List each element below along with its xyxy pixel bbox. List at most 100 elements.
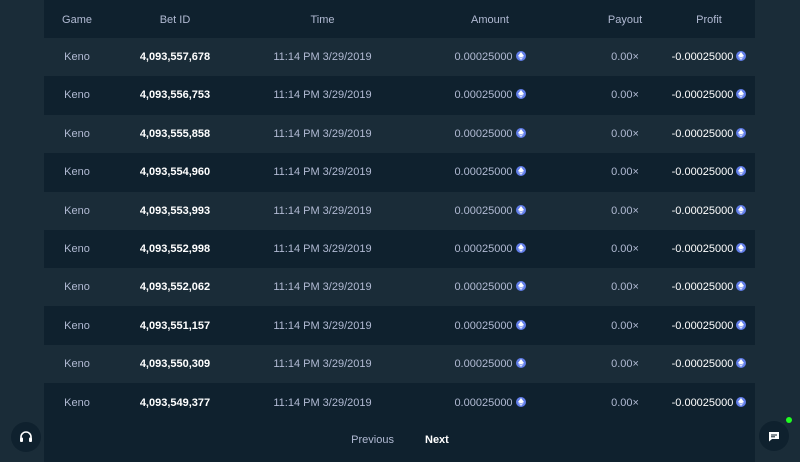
table-row[interactable]: Keno 4,093,553,993 11:14 PM 3/29/2019 0.… bbox=[44, 191, 755, 230]
amount-cell: 0.00025000 bbox=[405, 153, 575, 191]
eth-coin-icon bbox=[515, 89, 526, 100]
amount-value: 0.00025000 bbox=[454, 89, 513, 102]
time-cell: 11:14 PM 3/29/2019 bbox=[273, 89, 372, 102]
eth-coin-icon bbox=[736, 204, 747, 215]
eth-coin-icon bbox=[736, 396, 747, 407]
profit-cell: -0.00025000 bbox=[644, 192, 774, 230]
eth-coin-icon bbox=[736, 166, 747, 177]
eth-coin-icon bbox=[515, 319, 526, 330]
eth-coin-icon bbox=[736, 281, 747, 292]
bet-id-cell[interactable]: 4,093,554,960 bbox=[110, 153, 240, 191]
time-cell: 11:14 PM 3/29/2019 bbox=[273, 281, 372, 294]
profit-value: -0.00025000 bbox=[671, 358, 734, 371]
support-button[interactable] bbox=[11, 422, 41, 452]
profit-value: -0.00025000 bbox=[671, 319, 734, 332]
pagination: Previous Next bbox=[0, 427, 800, 453]
amount-value: 0.00025000 bbox=[454, 358, 513, 371]
bet-id-cell[interactable]: 4,093,552,062 bbox=[110, 268, 240, 306]
chat-button[interactable] bbox=[759, 421, 789, 451]
header-game: Game bbox=[62, 14, 92, 26]
amount-cell: 0.00025000 bbox=[405, 268, 575, 306]
bets-table: Game Bet ID Time Amount Payout Profit Ke… bbox=[44, 0, 755, 462]
time-cell: 11:14 PM 3/29/2019 bbox=[273, 358, 372, 371]
eth-coin-icon bbox=[515, 358, 526, 369]
game-cell: Keno bbox=[64, 396, 90, 409]
amount-cell: 0.00025000 bbox=[405, 384, 575, 422]
amount-value: 0.00025000 bbox=[454, 51, 513, 63]
time-cell: 11:14 PM 3/29/2019 bbox=[273, 319, 372, 332]
bet-id-cell[interactable]: 4,093,556,753 bbox=[110, 76, 240, 114]
profit-cell: -0.00025000 bbox=[644, 345, 774, 383]
eth-coin-icon bbox=[515, 243, 526, 253]
header-profit: Profit bbox=[696, 14, 722, 26]
header-bet-id: Bet ID bbox=[159, 14, 191, 26]
bet-id-cell[interactable]: 4,093,551,157 bbox=[110, 307, 240, 345]
online-status-dot bbox=[786, 417, 792, 423]
time-cell: 11:14 PM 3/29/2019 bbox=[273, 166, 372, 179]
amount-value: 0.00025000 bbox=[454, 396, 513, 409]
amount-value: 0.00025000 bbox=[454, 166, 513, 179]
eth-coin-icon bbox=[515, 127, 526, 138]
amount-cell: 0.00025000 bbox=[405, 230, 575, 268]
eth-coin-icon bbox=[736, 127, 747, 138]
profit-cell: -0.00025000 bbox=[644, 384, 774, 422]
eth-coin-icon bbox=[736, 51, 747, 61]
time-cell: 11:14 PM 3/29/2019 bbox=[273, 204, 372, 217]
table-row[interactable]: Keno 4,093,556,753 11:14 PM 3/29/2019 0.… bbox=[44, 76, 755, 114]
amount-value: 0.00025000 bbox=[454, 127, 513, 140]
bet-id-cell[interactable]: 4,093,552,998 bbox=[110, 230, 240, 268]
header-amount: Amount bbox=[471, 14, 509, 26]
amount-cell: 0.00025000 bbox=[405, 38, 575, 76]
table-row[interactable]: Keno 4,093,554,960 11:14 PM 3/29/2019 0.… bbox=[44, 153, 755, 191]
table-row[interactable]: Keno 4,093,552,998 11:14 PM 3/29/2019 0.… bbox=[44, 230, 755, 268]
profit-cell: -0.00025000 bbox=[644, 38, 774, 76]
amount-cell: 0.00025000 bbox=[405, 115, 575, 153]
game-cell: Keno bbox=[64, 281, 90, 294]
profit-cell: -0.00025000 bbox=[644, 115, 774, 153]
amount-cell: 0.00025000 bbox=[405, 307, 575, 345]
profit-value: -0.00025000 bbox=[671, 281, 734, 294]
table-row[interactable]: Keno 4,093,551,157 11:14 PM 3/29/2019 0.… bbox=[44, 307, 755, 345]
eth-coin-icon bbox=[736, 358, 747, 369]
table-header-row: Game Bet ID Time Amount Payout Profit bbox=[44, 0, 755, 38]
table-row[interactable]: Keno 4,093,549,377 11:14 PM 3/29/2019 0.… bbox=[44, 384, 755, 422]
bet-id-cell[interactable]: 4,093,557,678 bbox=[110, 38, 240, 76]
bet-id-cell[interactable]: 4,093,550,309 bbox=[110, 345, 240, 383]
eth-coin-icon bbox=[515, 51, 526, 61]
profit-value: -0.00025000 bbox=[671, 51, 734, 63]
amount-cell: 0.00025000 bbox=[405, 76, 575, 114]
amount-cell: 0.00025000 bbox=[405, 192, 575, 230]
profit-value: -0.00025000 bbox=[671, 243, 734, 255]
game-cell: Keno bbox=[64, 319, 90, 332]
game-cell: Keno bbox=[64, 166, 90, 179]
eth-coin-icon bbox=[515, 281, 526, 292]
game-cell: Keno bbox=[64, 358, 90, 371]
amount-value: 0.00025000 bbox=[454, 204, 513, 217]
table-row[interactable]: Keno 4,093,552,062 11:14 PM 3/29/2019 0.… bbox=[44, 268, 755, 307]
game-cell: Keno bbox=[64, 127, 90, 140]
game-cell: Keno bbox=[64, 89, 90, 102]
bet-id-cell[interactable]: 4,093,555,858 bbox=[110, 115, 240, 153]
game-cell: Keno bbox=[64, 51, 90, 63]
table-row[interactable]: Keno 4,093,550,309 11:14 PM 3/29/2019 0.… bbox=[44, 345, 755, 384]
profit-cell: -0.00025000 bbox=[644, 268, 774, 306]
profit-value: -0.00025000 bbox=[671, 89, 734, 102]
next-page-button[interactable]: Next bbox=[417, 427, 457, 453]
previous-page-button[interactable]: Previous bbox=[343, 427, 402, 453]
profit-cell: -0.00025000 bbox=[644, 76, 774, 114]
eth-coin-icon bbox=[515, 204, 526, 215]
profit-value: -0.00025000 bbox=[671, 204, 734, 217]
amount-value: 0.00025000 bbox=[454, 319, 513, 332]
eth-coin-icon bbox=[736, 319, 747, 330]
amount-value: 0.00025000 bbox=[454, 243, 513, 255]
bet-id-cell[interactable]: 4,093,553,993 bbox=[110, 192, 240, 230]
profit-cell: -0.00025000 bbox=[644, 307, 774, 345]
time-cell: 11:14 PM 3/29/2019 bbox=[273, 51, 372, 63]
bet-id-cell[interactable]: 4,093,549,377 bbox=[110, 384, 240, 422]
header-time: Time bbox=[310, 14, 335, 26]
profit-value: -0.00025000 bbox=[671, 166, 734, 179]
table-row[interactable]: Keno 4,093,557,678 11:14 PM 3/29/2019 0.… bbox=[44, 38, 755, 76]
time-cell: 11:14 PM 3/29/2019 bbox=[273, 127, 372, 140]
table-row[interactable]: Keno 4,093,555,858 11:14 PM 3/29/2019 0.… bbox=[44, 114, 755, 153]
bet-history-page: Game Bet ID Time Amount Payout Profit Ke… bbox=[0, 0, 800, 462]
